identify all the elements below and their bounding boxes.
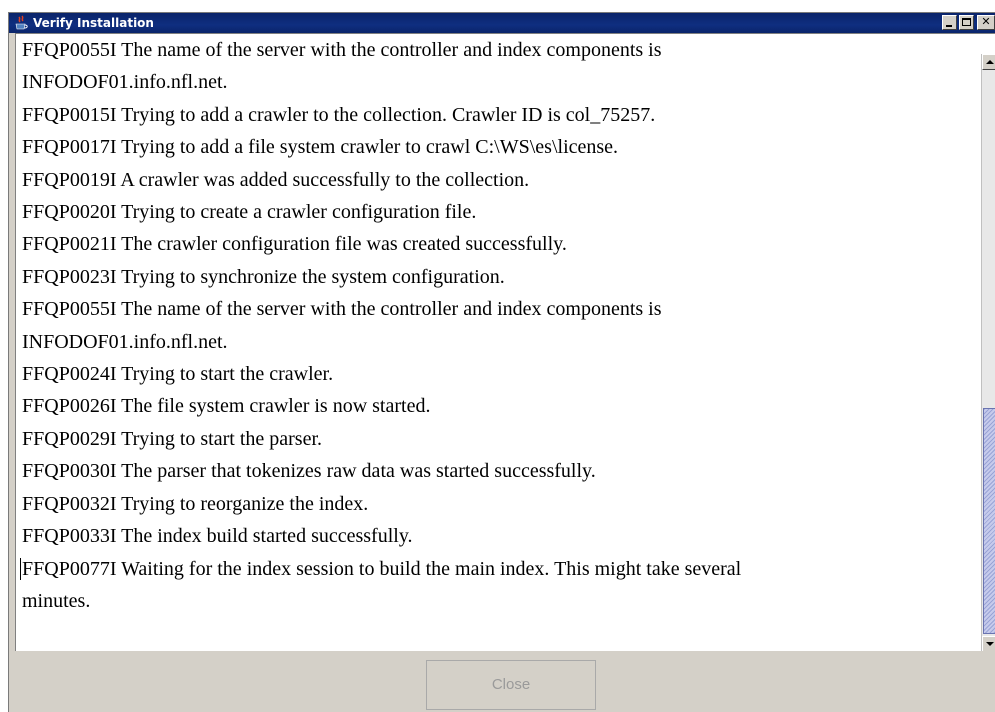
log-line: FFQP0030I The parser that tokenizes raw … bbox=[22, 460, 596, 483]
scroll-thumb[interactable] bbox=[983, 408, 995, 634]
log-line: INFODOF01.info.nfl.net. bbox=[22, 330, 228, 353]
vertical-scrollbar[interactable] bbox=[981, 54, 995, 651]
log-line: FFQP0033I The index build started succes… bbox=[22, 525, 413, 548]
minimize-button[interactable] bbox=[942, 15, 957, 30]
log-line: FFQP0055I The name of the server with th… bbox=[22, 298, 662, 321]
log-line: FFQP0015I Trying to add a crawler to the… bbox=[22, 103, 656, 126]
scroll-down-button[interactable] bbox=[982, 636, 995, 651]
scroll-up-button[interactable] bbox=[982, 54, 995, 70]
log-line: INFODOF01.info.nfl.net. bbox=[22, 71, 228, 94]
verify-installation-window: Verify Installation ✕ FFQP0055I The name… bbox=[8, 12, 995, 712]
java-cup-icon bbox=[15, 15, 28, 30]
button-bar: Close bbox=[9, 651, 995, 712]
window-close-button[interactable]: ✕ bbox=[977, 15, 995, 30]
log-line: FFQP0023I Trying to synchronize the syst… bbox=[22, 265, 505, 288]
log-line: FFQP0032I Trying to reorganize the index… bbox=[22, 492, 369, 515]
log-line-with-cursor: FFQP0077I Waiting for the index session … bbox=[20, 553, 982, 585]
log-line: FFQP0019I A crawler was added successful… bbox=[22, 168, 530, 191]
close-button[interactable]: Close bbox=[426, 660, 596, 710]
minimize-icon bbox=[946, 25, 952, 27]
log-text-area[interactable]: FFQP0055I The name of the server with th… bbox=[20, 34, 982, 617]
log-line: FFQP0020I Trying to create a crawler con… bbox=[22, 201, 477, 224]
log-line: FFQP0017I Trying to add a file system cr… bbox=[22, 136, 619, 159]
log-line: FFQP0021I The crawler configuration file… bbox=[22, 233, 567, 256]
arrow-up-icon bbox=[986, 60, 994, 64]
log-line: FFQP0055I The name of the server with th… bbox=[22, 39, 662, 61]
title-bar[interactable]: Verify Installation ✕ bbox=[9, 13, 995, 33]
arrow-down-icon bbox=[986, 642, 994, 646]
log-panel: FFQP0055I The name of the server with th… bbox=[15, 33, 995, 651]
text-cursor bbox=[20, 557, 21, 580]
log-line: minutes. bbox=[22, 589, 91, 612]
log-line: FFQP0024I Trying to start the crawler. bbox=[22, 363, 334, 386]
log-line: FFQP0077I Waiting for the index session … bbox=[22, 557, 742, 580]
window-title: Verify Installation bbox=[33, 16, 154, 30]
log-line: FFQP0029I Trying to start the parser. bbox=[22, 427, 323, 450]
log-line: FFQP0026I The file system crawler is now… bbox=[22, 395, 431, 418]
maximize-button[interactable] bbox=[959, 15, 974, 30]
close-icon: ✕ bbox=[981, 15, 991, 28]
maximize-icon bbox=[962, 18, 971, 26]
